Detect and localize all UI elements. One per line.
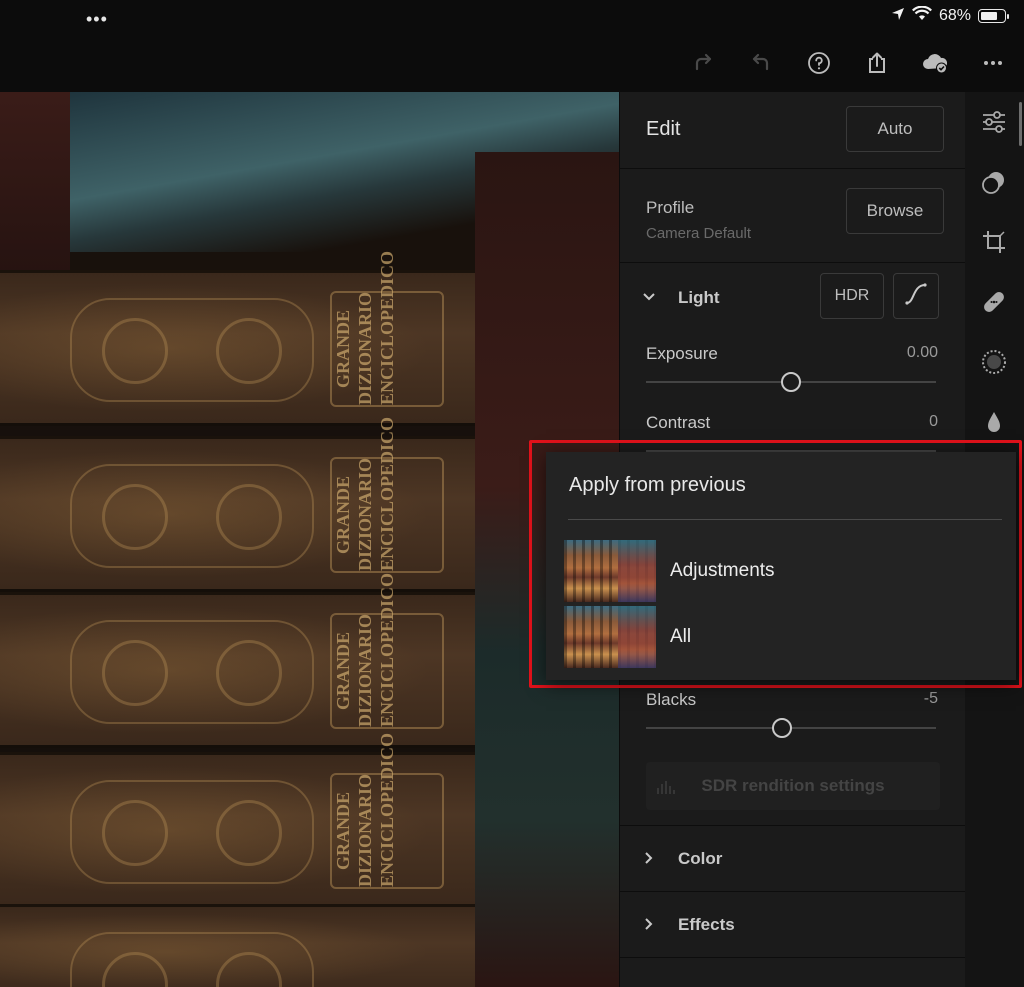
blacks-slider[interactable] [646,718,936,738]
presets-icon[interactable] [979,167,1009,197]
effects-section[interactable]: Effects [620,891,966,958]
exposure-slider-thumb[interactable] [781,372,801,392]
spine-title: GRANDE DIZIONARIO ENCICLOPEDICO [330,251,444,407]
adjustments-thumbnail [564,540,656,602]
status-indicators: 68% [891,5,1009,26]
spine-ornament [70,298,314,402]
undo-icon[interactable] [744,46,778,80]
effects-label: Effects [678,915,735,934]
redo-icon[interactable] [686,46,720,80]
book-spine: GRANDE DIZIONARIO ENCICLOPEDICO [0,573,475,748]
book-spine [0,904,475,987]
more-icon[interactable] [976,46,1010,80]
exposure-slider[interactable] [646,372,936,392]
color-drop-icon[interactable] [979,407,1009,437]
sdr-rendition-label: SDR rendition settings [701,776,885,795]
scrollbar[interactable] [1019,102,1022,146]
tone-curve-button[interactable] [893,273,939,319]
status-bar: ••• 68% [0,0,1024,34]
apply-from-previous-menu: Apply from previous Adjustments All [546,452,1016,680]
light-label[interactable]: Light [678,288,720,308]
location-icon [891,7,905,26]
profile-section: Profile Camera Default Browse [620,168,966,263]
spine-ornament [70,780,314,884]
spine-ornament [70,464,314,568]
edit-header: Edit Auto [620,92,966,169]
profile-label: Profile [646,198,695,217]
browse-button[interactable]: Browse [846,188,944,234]
chevron-right-icon [642,917,656,931]
battery-icon [978,9,1009,23]
menu-divider [568,519,1002,520]
spine-title: GRANDE DIZIONARIO ENCICLOPEDICO [330,573,444,729]
chevron-down-icon[interactable] [642,290,656,304]
histogram-icon [656,776,676,796]
exposure-value: 0.00 [906,344,938,361]
multitasking-dots[interactable]: ••• [86,9,108,30]
color-section[interactable]: Color [620,825,966,892]
menu-title: Apply from previous [569,474,746,496]
color-label: Color [678,849,723,868]
profile-value: Camera Default [646,225,752,242]
hdr-button[interactable]: HDR [820,273,884,319]
spine-title: GRANDE DIZIONARIO ENCICLOPEDICO [330,417,444,573]
blacks-slider-thumb[interactable] [772,718,793,738]
blacks-label: Blacks [646,690,697,709]
wifi-icon [911,5,932,26]
battery-percent: 68% [938,7,971,24]
menu-item-adjustments[interactable]: Adjustments [564,540,994,602]
help-icon[interactable] [802,46,836,80]
book-spine: GRANDE DIZIONARIO ENCICLOPEDICO [0,733,475,908]
exposure-label: Exposure [646,344,718,363]
contrast-value: 0 [929,413,938,430]
curve-icon [904,282,928,311]
cloud-sync-icon[interactable] [918,46,952,80]
crop-icon[interactable] [979,227,1009,257]
menu-item-label: All [670,626,692,647]
chevron-right-icon [642,851,656,865]
spine-ornament [70,620,314,724]
menu-item-all[interactable]: All [564,606,994,668]
spine-ornament [70,932,314,987]
menu-item-label: Adjustments [670,560,775,581]
blacks-value: -5 [923,690,938,707]
contrast-label: Contrast [646,413,711,432]
spine-title: GRANDE DIZIONARIO ENCICLOPEDICO [330,733,444,889]
panel-title: Edit [646,118,681,140]
all-thumbnail [564,606,656,668]
book-spine: GRANDE DIZIONARIO ENCICLOPEDICO [0,251,475,426]
book-spine: GRANDE DIZIONARIO ENCICLOPEDICO [0,417,475,592]
top-toolbar [0,34,1024,92]
share-icon[interactable] [860,46,894,80]
healing-icon[interactable] [979,287,1009,317]
adjust-sliders-icon[interactable] [979,107,1009,137]
sdr-rendition-button[interactable]: SDR rendition settings [646,762,940,810]
photo-canvas[interactable]: GRANDE DIZIONARIO ENCICLOPEDICO GRANDE D… [0,92,619,987]
auto-button[interactable]: Auto [846,106,944,152]
masking-icon[interactable] [979,347,1009,377]
